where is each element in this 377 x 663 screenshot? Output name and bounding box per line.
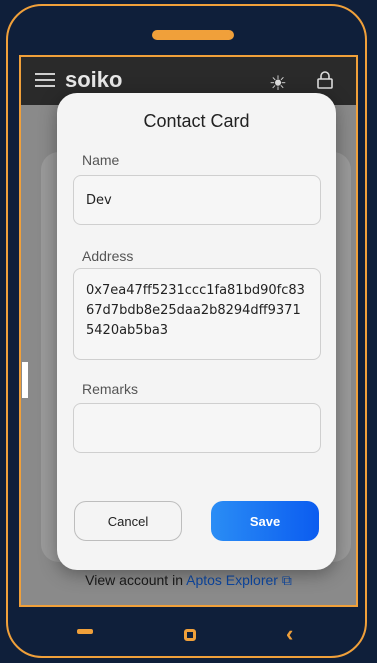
lock-icon[interactable]: [317, 71, 333, 89]
address-field[interactable]: 0x7ea47ff5231ccc1fa81bd90fc8367d7bdb8e25…: [73, 268, 321, 360]
recent-apps-icon[interactable]: [77, 629, 93, 634]
contact-card-modal: Contact Card Name Dev Address 0x7ea47ff5…: [57, 93, 336, 570]
menu-icon[interactable]: [35, 73, 55, 91]
name-label: Name: [82, 152, 120, 168]
address-label: Address: [82, 248, 134, 264]
back-icon[interactable]: ‹: [286, 621, 293, 647]
remarks-label: Remarks: [82, 381, 139, 397]
home-icon[interactable]: [184, 629, 196, 641]
remarks-field[interactable]: [73, 403, 321, 453]
side-indicator: [22, 362, 28, 398]
external-link-icon: ⧉: [281, 572, 292, 588]
phone-speaker: [152, 30, 234, 40]
name-field[interactable]: Dev: [73, 175, 321, 225]
modal-title: Contact Card: [143, 111, 250, 131]
save-button[interactable]: Save: [211, 501, 319, 541]
phone-nav-bar: ‹: [0, 607, 377, 663]
cancel-button[interactable]: Cancel: [74, 501, 182, 541]
footer-explorer-link[interactable]: View account in Aptos Explorer ⧉: [21, 572, 356, 589]
app-logo: soiko: [65, 67, 123, 92]
